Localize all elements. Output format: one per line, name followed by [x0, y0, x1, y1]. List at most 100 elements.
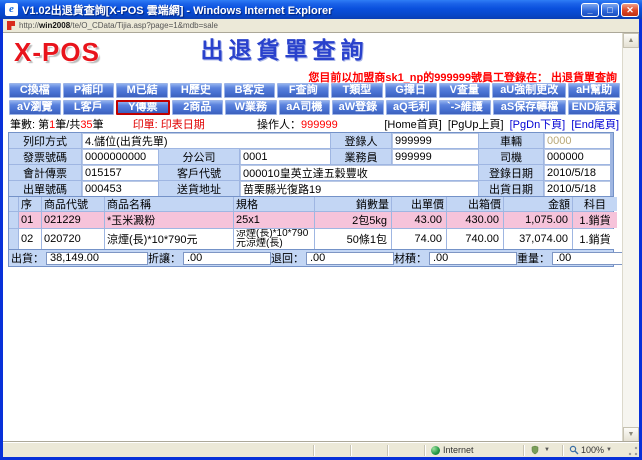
cell-unit-price[interactable]: 74.00 [392, 229, 446, 249]
cell-amount[interactable]: 37,074.00 [504, 229, 572, 249]
button-type[interactable]: T類型 [331, 83, 383, 98]
branch-value[interactable]: 0001 [240, 149, 330, 164]
nav-end-link[interactable]: [End尾頁] [571, 119, 619, 131]
button-end[interactable]: END結束 [568, 100, 620, 115]
row-select[interactable] [9, 229, 18, 249]
button-voucher-highlighted[interactable]: Y傳票 [116, 100, 170, 115]
register-date-value[interactable]: 2010/5/18 [544, 165, 610, 180]
col-code-header: 商品代號 [42, 197, 104, 211]
cell-seq[interactable]: 02 [19, 229, 41, 249]
col-box-price-header: 出箱價 [447, 197, 503, 211]
discount-value[interactable]: .00 [183, 251, 271, 265]
cell-qty[interactable]: 2包5kg [315, 212, 391, 228]
button-change-file[interactable]: C換檔 [9, 83, 61, 98]
ship-date-label: 出貨日期 [479, 181, 543, 196]
print-mode-label: 列印方式 [9, 133, 81, 148]
print-mode-value[interactable]: 4.儲位(出貨先單) [82, 133, 330, 148]
row-select[interactable] [9, 212, 18, 228]
button-browse[interactable]: aV瀏覽 [9, 100, 61, 115]
ie-icon: e [5, 3, 18, 16]
button-check-quantity[interactable]: V查量 [438, 83, 491, 98]
cell-spec[interactable]: 25x1 [234, 212, 314, 228]
nav-pgup-link[interactable]: [PgUp上頁] [448, 119, 504, 131]
cell-spec[interactable]: 涼煙(長)*10*790元涼煙(長) [234, 229, 314, 249]
magnifier-icon [569, 445, 579, 455]
button-help[interactable]: aH幫助 [568, 83, 620, 98]
cell-seq[interactable]: 01 [19, 212, 41, 228]
nav-pgdn-link[interactable]: [PgDn下頁] [510, 119, 566, 131]
cell-name[interactable]: 涼煙(長)*10*790元 [105, 229, 233, 249]
resize-grip[interactable] [627, 445, 639, 457]
button-reprint[interactable]: P補印 [62, 83, 115, 98]
salesman-value[interactable]: 999999 [392, 149, 478, 164]
cell-name[interactable]: *玉米澱粉 [105, 212, 233, 228]
address-input[interactable]: http://win2008/te/O_CData/Tijia.asp?page… [19, 21, 218, 30]
order-no-label: 出單號碼 [9, 181, 81, 196]
button-closed[interactable]: M已結 [116, 83, 169, 98]
print-info: 印單: 印表日期 [132, 119, 205, 131]
scrollbar-track[interactable] [623, 48, 639, 427]
button-login[interactable]: aW登錄 [332, 100, 384, 115]
zoom-level: 100% [581, 445, 605, 455]
button-query[interactable]: F查詢 [277, 83, 330, 98]
ship-date-value[interactable]: 2010/5/18 [544, 181, 610, 196]
cell-unit-price[interactable]: 43.00 [392, 212, 446, 228]
vertical-scrollbar[interactable]: ▲ ▼ [622, 33, 639, 442]
button-sales[interactable]: W業務 [225, 100, 277, 115]
button-product[interactable]: 2商品 [171, 100, 224, 115]
return-value[interactable]: .00 [306, 251, 394, 265]
col-select-header [9, 197, 18, 211]
col-spec-header: 規格 [234, 197, 314, 211]
button-pick-date[interactable]: G擇日 [384, 83, 437, 98]
address-bar: http://win2008/te/O_CData/Tijia.asp?page… [3, 19, 639, 33]
cell-code[interactable]: 021229 [42, 212, 104, 228]
globe-icon [431, 445, 440, 455]
nav-home-link[interactable]: [Home首頁] [384, 119, 441, 131]
cell-account[interactable]: 1.銷貨 [573, 212, 617, 228]
security-zone: Internet [431, 445, 517, 455]
status-bar: Internet ▼ 100% ▼ [3, 442, 639, 457]
button-customer-order[interactable]: B客定 [223, 83, 276, 98]
driver-value[interactable]: 000000 [544, 149, 610, 164]
button-gross-profit[interactable]: aQ毛利 [385, 100, 438, 115]
chevron-down-icon: ▼ [606, 447, 612, 453]
page-content: X-POS 出退貨單查詢 您目前以加盟商sk1_np的999999號員工登錄在：… [3, 33, 622, 442]
button-save-transfer[interactable]: aS保存轉檔 [492, 100, 567, 115]
delivery-address-value[interactable]: 苗栗縣光復路19 [240, 181, 478, 196]
record-count: 筆數: 第1筆/共35筆 [10, 119, 104, 131]
cell-code[interactable]: 020720 [42, 229, 104, 249]
maximize-button[interactable]: □ [601, 2, 619, 17]
scroll-down-icon[interactable]: ▼ [623, 427, 639, 442]
scroll-up-icon[interactable]: ▲ [623, 33, 639, 48]
registrant-value[interactable]: 999999 [392, 133, 478, 148]
operator: 操作人：999999 [257, 119, 338, 131]
ship-total-label: 出貨： [11, 253, 44, 265]
driver-label: 司機 [479, 149, 543, 164]
minimize-button[interactable]: _ [581, 2, 599, 17]
cell-account[interactable]: 1.銷貨 [573, 229, 617, 249]
volume-value[interactable]: .00 [429, 251, 517, 265]
cell-box-price[interactable]: 430.00 [447, 212, 503, 228]
register-date-label: 登錄日期 [479, 165, 543, 180]
invoice-no-value[interactable]: 0000000000 [82, 149, 158, 164]
cell-qty[interactable]: 50條1包 [315, 229, 391, 249]
order-no-value[interactable]: 000453 [82, 181, 158, 196]
window-title: V1.02出退貨查詢[X-POS 雲端網] - Windows Internet… [22, 4, 333, 17]
title-bar[interactable]: e V1.02出退貨查詢[X-POS 雲端網] - Windows Intern… [0, 0, 642, 19]
phishing-filter-control[interactable]: ▼ [530, 445, 556, 455]
vehicle-value[interactable]: 0000 [544, 133, 610, 148]
close-button[interactable]: ✕ [621, 2, 639, 17]
button-driver[interactable]: aA司機 [278, 100, 331, 115]
accounting-voucher-value[interactable]: 015157 [82, 165, 158, 180]
cell-amount[interactable]: 1,075.00 [504, 212, 572, 228]
button-history[interactable]: H歷史 [170, 83, 222, 98]
button-customer[interactable]: L客戶 [62, 100, 115, 115]
weight-label: 重量： [517, 253, 550, 265]
cell-box-price[interactable]: 740.00 [447, 229, 503, 249]
ship-total-value[interactable]: 38,149.00 [46, 251, 148, 265]
weight-value[interactable]: .00 [552, 251, 622, 265]
zoom-control[interactable]: 100% ▼ [569, 445, 621, 455]
customer-code-value[interactable]: 000010皇英立達五穀豐收 [240, 165, 478, 180]
button-force-change[interactable]: aU強制更改 [492, 83, 567, 98]
button-maintain[interactable]: `->維護 [439, 100, 491, 115]
